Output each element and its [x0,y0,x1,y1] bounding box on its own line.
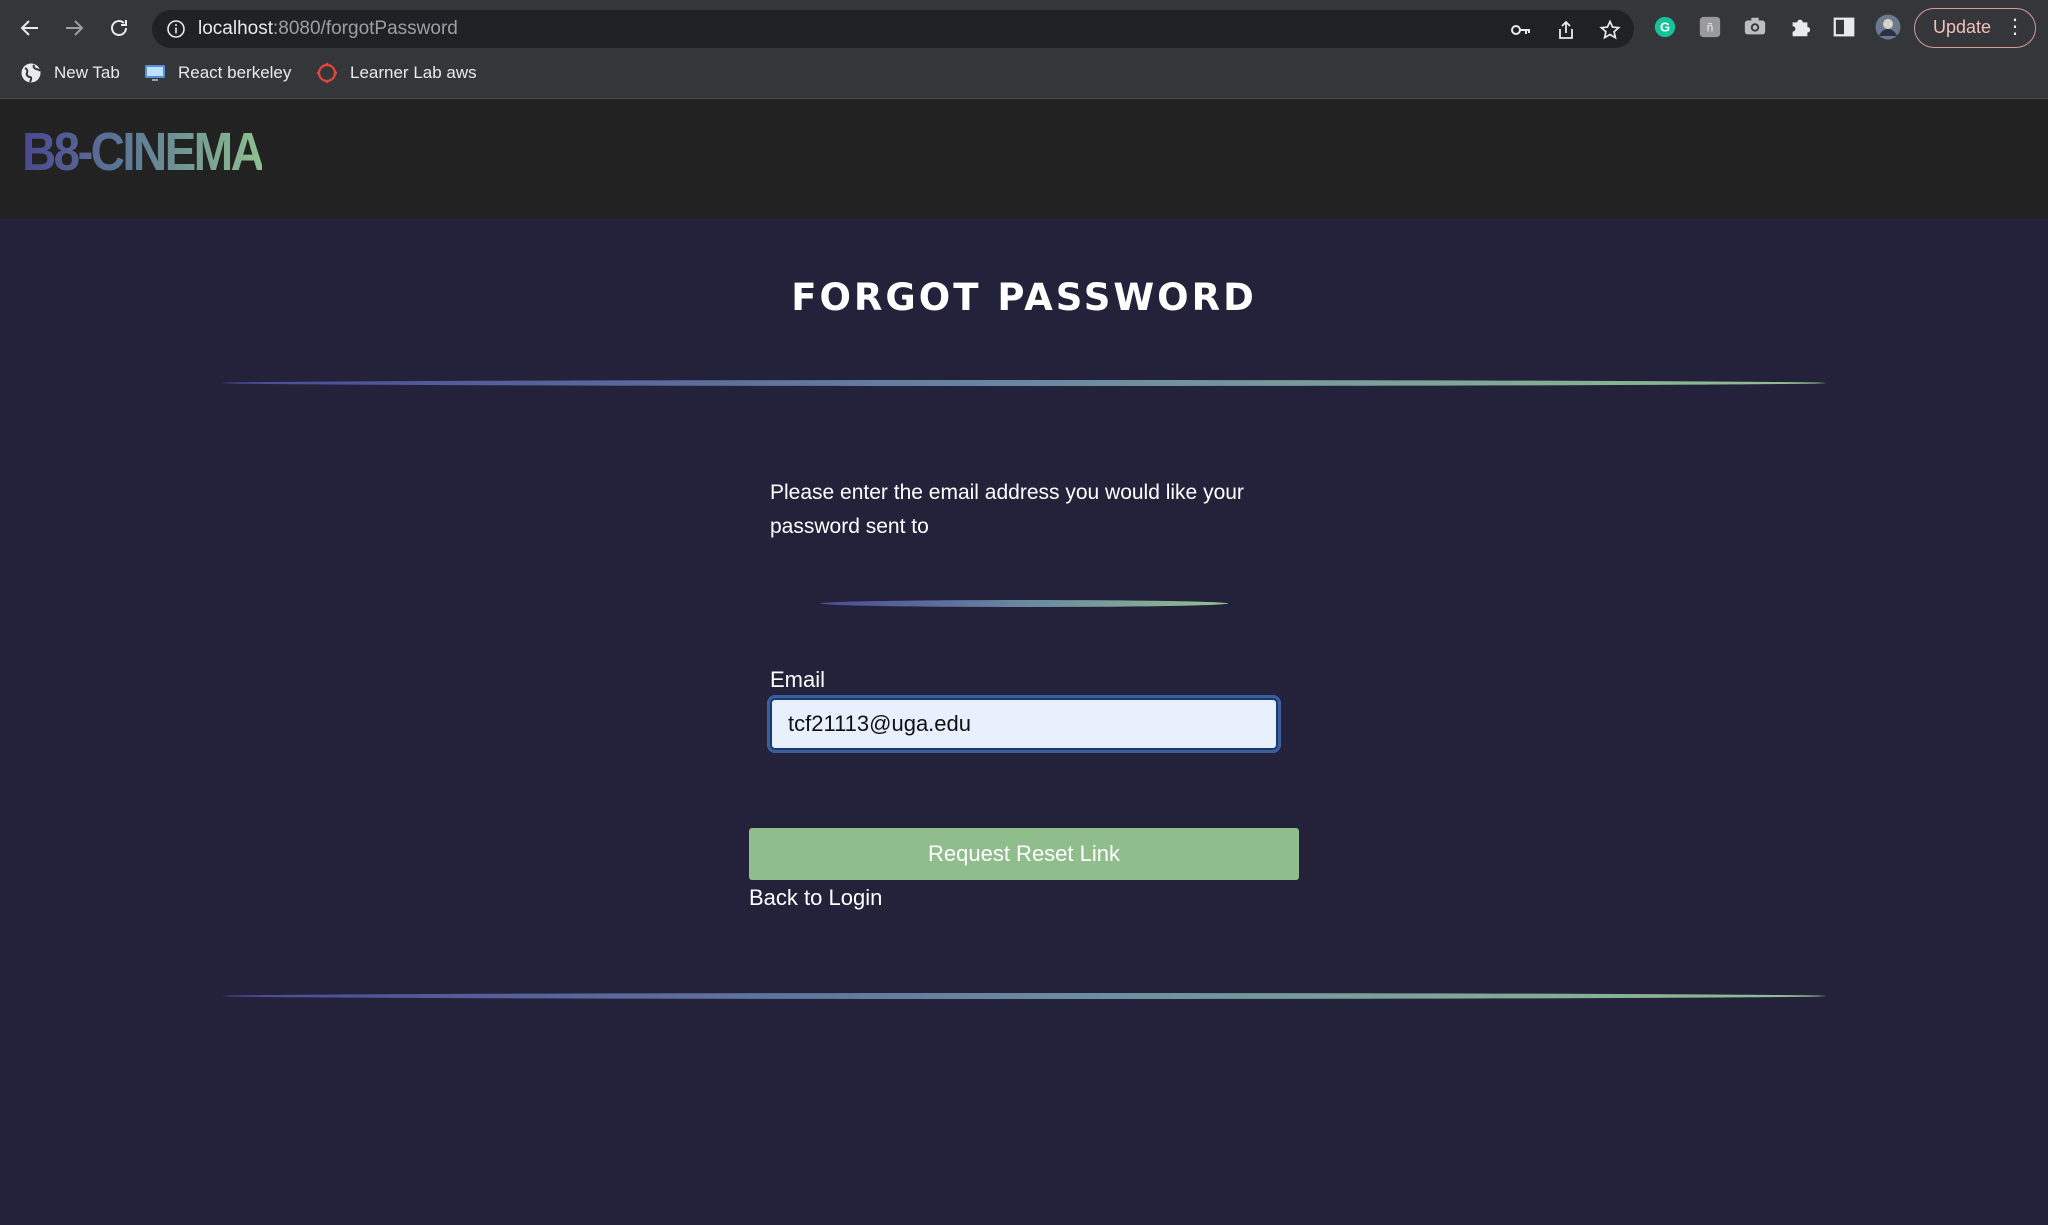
svg-text:G: G [1660,20,1670,35]
bookmarks-bar: New Tab React berkeley Learner Lab aws [0,56,2048,88]
email-label: Email [770,667,826,692]
camera-icon[interactable] [1742,14,1768,40]
profile-avatar[interactable] [1875,14,1901,40]
reload-icon[interactable] [103,12,135,44]
bookmark-learner-lab[interactable]: Learner Lab aws [316,60,477,86]
site-header: B8-CINEMA [0,99,2048,219]
browser-chrome: localhost:8080/forgotPassword G ñ Update… [0,0,2048,99]
divider-middle [820,600,1228,607]
svg-text:ñ: ñ [1707,21,1714,35]
divider-bottom [222,993,1826,999]
divider-top [222,380,1826,386]
back-arrow-icon[interactable] [14,12,46,44]
share-icon[interactable] [1555,19,1577,41]
email-field[interactable] [770,698,1278,750]
instructions-text: Please enter the email address you would… [770,481,1244,538]
puzzle-icon[interactable] [1787,14,1813,40]
back-to-login-link[interactable]: Back to Login [749,884,882,912]
extension-icon[interactable]: ñ [1697,14,1723,40]
update-button[interactable]: Update ⋮ [1914,8,2036,48]
side-panel-icon[interactable] [1831,14,1857,40]
globe-icon [21,63,41,83]
browser-toolbar: localhost:8080/forgotPassword G ñ Update… [0,6,2048,50]
request-reset-link-button[interactable]: Request Reset Link [749,828,1299,880]
canvas-icon [316,62,338,84]
bookmark-react-berkeley[interactable]: React berkeley [144,60,291,86]
forward-arrow-icon[interactable] [58,12,90,44]
browser-menu-icon[interactable]: ⋮ [2005,9,2025,46]
page-title: FORGOT PASSWORD [791,276,1257,319]
monitor-icon [145,65,165,81]
site-logo[interactable]: B8-CINEMA [22,121,265,183]
url-text[interactable]: localhost:8080/forgotPassword [198,18,458,40]
address-bar[interactable]: localhost:8080/forgotPassword [152,10,1634,48]
star-icon[interactable] [1599,19,1621,41]
site-info-icon[interactable] [166,19,186,39]
grammarly-icon[interactable]: G [1652,14,1678,40]
bookmark-new-tab[interactable]: New Tab [20,60,120,86]
key-icon[interactable] [1510,19,1532,41]
